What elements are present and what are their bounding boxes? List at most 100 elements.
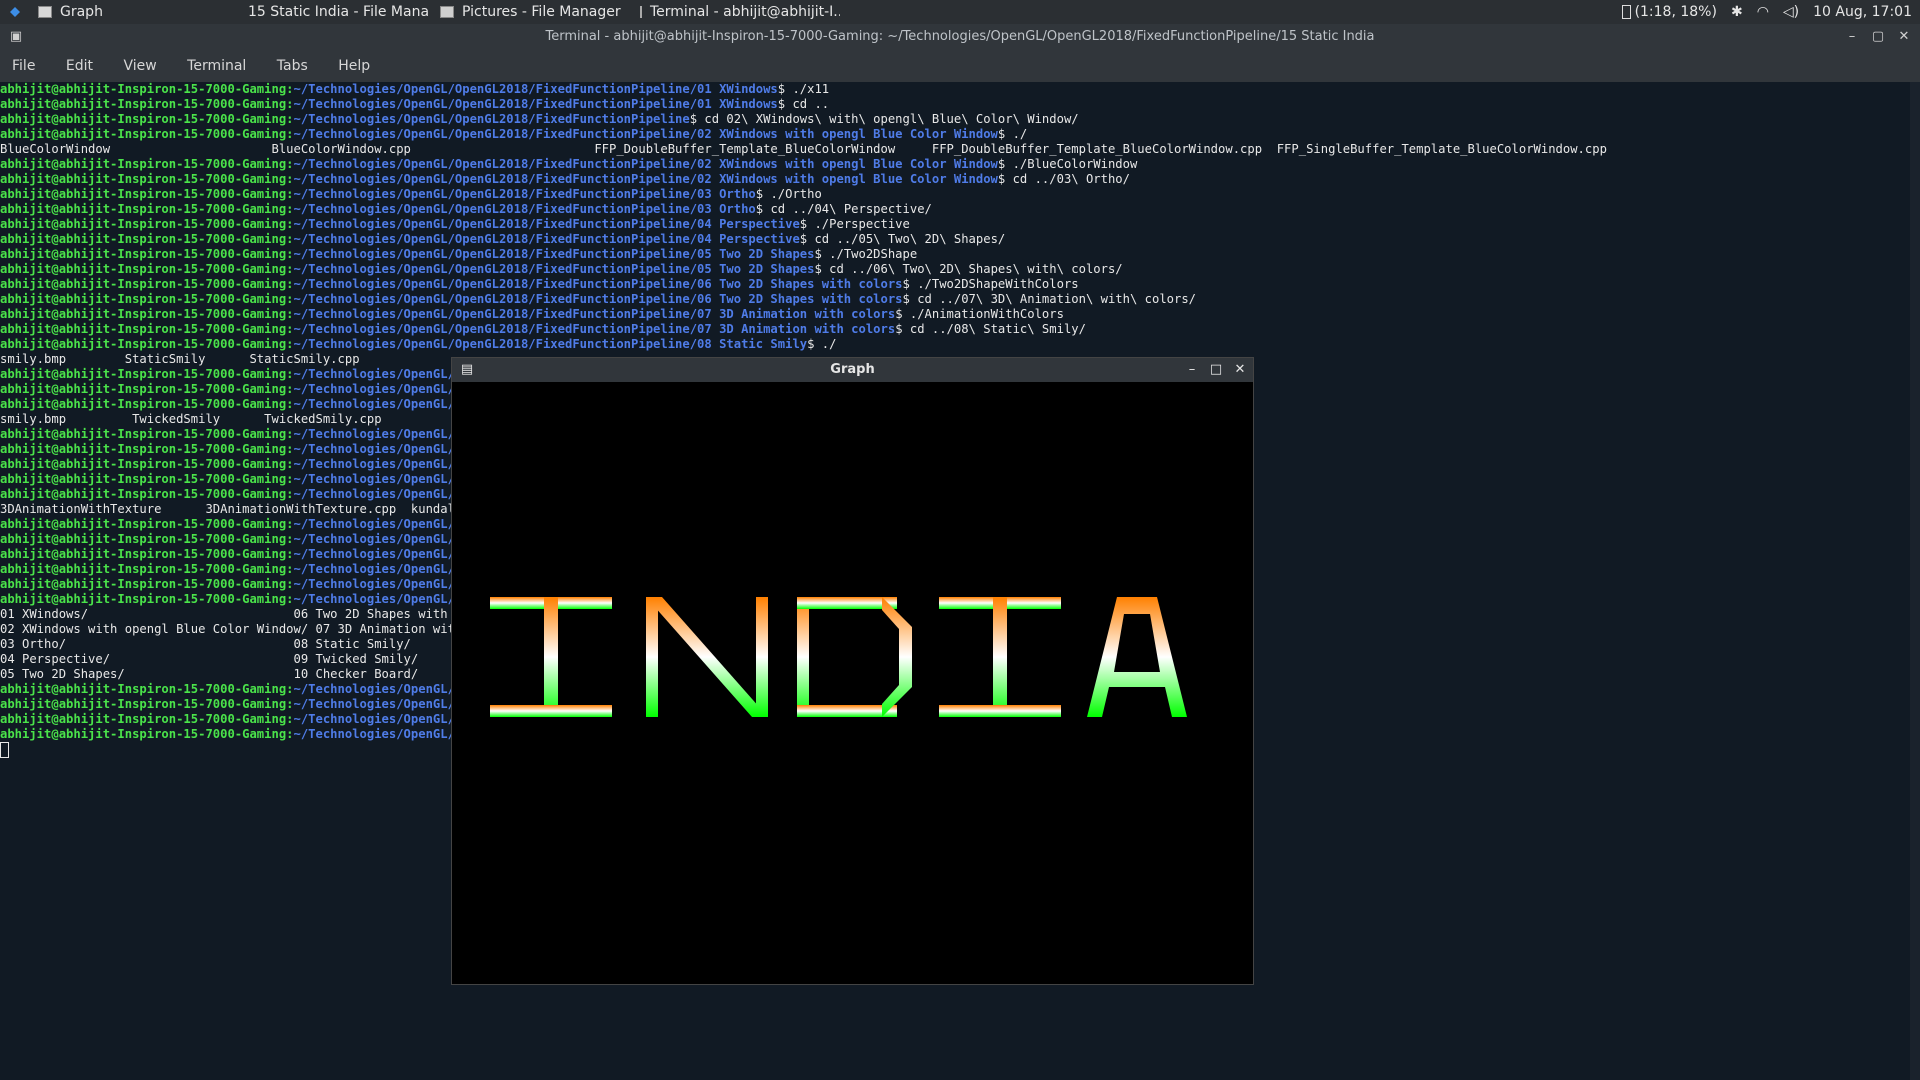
taskbar-item-label: Terminal - abhijit@abhijit-I... <box>650 4 840 20</box>
prompt-path: ~/Technologies/OpenGL/Op <box>293 712 470 726</box>
text-cursor <box>0 742 9 758</box>
command-text: $ ./ <box>997 127 1028 141</box>
command-text: $ ./Perspective <box>799 217 910 231</box>
wifi-icon[interactable]: ◠ <box>1757 0 1769 24</box>
prompt-user: abhijit@abhijit-Inspiron-15-7000-Gaming: <box>0 187 294 201</box>
command-text: $ ./Ortho <box>755 187 822 201</box>
prompt-path: ~/Technologies/OpenGL/OpenGL2018/FixedFu… <box>293 97 778 111</box>
menu-help[interactable]: Help <box>326 50 370 82</box>
terminal-line: abhijit@abhijit-Inspiron-15-7000-Gaming:… <box>0 247 1910 262</box>
command-text: $ ./ <box>807 337 837 351</box>
terminal-line: abhijit@abhijit-Inspiron-15-7000-Gaming:… <box>0 307 1910 322</box>
prompt-user: abhijit@abhijit-Inspiron-15-7000-Gaming: <box>0 202 294 216</box>
terminal-line: abhijit@abhijit-Inspiron-15-7000-Gaming:… <box>0 292 1910 307</box>
prompt-path: ~/Technologies/OpenGL/OpenGL2018/FixedFu… <box>293 322 896 336</box>
terminal-line: abhijit@abhijit-Inspiron-15-7000-Gaming:… <box>0 172 1910 187</box>
taskbar-item-file-manager[interactable]: 15 Static India - File Mana... <box>240 0 428 24</box>
prompt-user: abhijit@abhijit-Inspiron-15-7000-Gaming: <box>0 442 294 456</box>
prompt-path: ~/Technologies/OpenGL/OpenGL2018/FixedFu… <box>293 112 690 126</box>
prompt-user: abhijit@abhijit-Inspiron-15-7000-Gaming: <box>0 727 294 741</box>
prompt-user: abhijit@abhijit-Inspiron-15-7000-Gaming: <box>0 382 294 396</box>
maximize-button[interactable]: ▢ <box>1866 24 1890 50</box>
output-text: smily.bmp TwickedSmily TwickedSmily.cpp <box>0 412 382 426</box>
terminal-scrollbar[interactable] <box>1910 82 1920 1080</box>
prompt-path: ~/Technologies/OpenGL/Op <box>293 577 470 591</box>
volume-icon[interactable]: ◁) <box>1783 0 1799 24</box>
graph-title: Graph <box>830 362 875 377</box>
prompt-path: ~/Technologies/OpenGL/OpenGL2018/FixedFu… <box>293 262 815 276</box>
prompt-user: abhijit@abhijit-Inspiron-15-7000-Gaming: <box>0 322 294 336</box>
letter-i-2 <box>939 597 1061 717</box>
battery-icon <box>1621 5 1631 19</box>
prompt-user: abhijit@abhijit-Inspiron-15-7000-Gaming: <box>0 232 294 246</box>
prompt-user: abhijit@abhijit-Inspiron-15-7000-Gaming: <box>0 697 294 711</box>
close-button[interactable]: ✕ <box>1892 24 1916 50</box>
prompt-path: ~/Technologies/OpenGL/Op <box>293 457 470 471</box>
window-icon <box>38 6 52 18</box>
prompt-path: ~/Technologies/OpenGL/OpenGL2018/FixedFu… <box>293 232 800 246</box>
prompt-path: ~/Technologies/OpenGL/Op <box>293 397 470 411</box>
terminal-icon <box>640 6 642 18</box>
prompt-user: abhijit@abhijit-Inspiron-15-7000-Gaming: <box>0 457 294 471</box>
command-text: $ cd ../04\ Perspective/ <box>755 202 932 216</box>
prompt-user: abhijit@abhijit-Inspiron-15-7000-Gaming: <box>0 577 294 591</box>
bluetooth-icon[interactable]: ✱ <box>1731 0 1743 24</box>
prompt-path: ~/Technologies/OpenGL/Op <box>293 517 470 531</box>
prompt-user: abhijit@abhijit-Inspiron-15-7000-Gaming: <box>0 592 294 606</box>
terminal-line: abhijit@abhijit-Inspiron-15-7000-Gaming:… <box>0 202 1910 217</box>
letter-i-1 <box>490 597 612 717</box>
prompt-user: abhijit@abhijit-Inspiron-15-7000-Gaming: <box>0 97 294 111</box>
prompt-path: ~/Technologies/OpenGL/Op <box>293 472 470 486</box>
terminal-line: abhijit@abhijit-Inspiron-15-7000-Gaming:… <box>0 217 1910 232</box>
prompt-user: abhijit@abhijit-Inspiron-15-7000-Gaming: <box>0 262 294 276</box>
maximize-button[interactable]: □ <box>1205 358 1227 382</box>
terminal-line: abhijit@abhijit-Inspiron-15-7000-Gaming:… <box>0 97 1910 112</box>
graph-titlebar[interactable]: ▤ Graph – □ ✕ <box>452 358 1253 382</box>
prompt-user: abhijit@abhijit-Inspiron-15-7000-Gaming: <box>0 292 294 306</box>
prompt-user: abhijit@abhijit-Inspiron-15-7000-Gaming: <box>0 112 294 126</box>
terminal-line: abhijit@abhijit-Inspiron-15-7000-Gaming:… <box>0 322 1910 337</box>
battery-status[interactable]: (1:18, 18%) <box>1621 0 1717 24</box>
command-text: $ cd ../08\ Static\ Smily/ <box>895 322 1086 336</box>
prompt-path: ~/Technologies/OpenGL/Op <box>293 367 470 381</box>
menu-view[interactable]: View <box>111 50 156 82</box>
terminal-line: abhijit@abhijit-Inspiron-15-7000-Gaming:… <box>0 82 1910 97</box>
prompt-path: ~/Technologies/OpenGL/OpenGL2018/FixedFu… <box>293 202 756 216</box>
close-button[interactable]: ✕ <box>1229 358 1251 382</box>
menu-terminal[interactable]: Terminal <box>175 50 246 82</box>
menu-file[interactable]: File <box>0 50 35 82</box>
taskbar-item-pictures[interactable]: Pictures - File Manager <box>440 0 630 24</box>
prompt-user: abhijit@abhijit-Inspiron-15-7000-Gaming: <box>0 562 294 576</box>
prompt-path: ~/Technologies/OpenGL/Op <box>293 697 470 711</box>
prompt-user: abhijit@abhijit-Inspiron-15-7000-Gaming: <box>0 337 294 351</box>
prompt-user: abhijit@abhijit-Inspiron-15-7000-Gaming: <box>0 532 294 546</box>
prompt-user: abhijit@abhijit-Inspiron-15-7000-Gaming: <box>0 487 294 501</box>
command-text: $ ./AnimationWithColors <box>895 307 1064 321</box>
app-menu-icon[interactable] <box>8 0 28 24</box>
prompt-path: ~/Technologies/OpenGL/OpenGL2018/FixedFu… <box>293 277 903 291</box>
menu-edit[interactable]: Edit <box>54 50 93 82</box>
india-word <box>490 597 1187 717</box>
prompt-user: abhijit@abhijit-Inspiron-15-7000-Gaming: <box>0 82 294 96</box>
minimize-button[interactable]: – <box>1840 24 1864 50</box>
menu-tabs[interactable]: Tabs <box>265 50 308 82</box>
output-text: 3DAnimationWithTexture 3DAnimationWithTe… <box>0 502 477 516</box>
command-text: $ cd 02\ XWindows\ with\ opengl\ Blue\ C… <box>689 112 1079 126</box>
prompt-user: abhijit@abhijit-Inspiron-15-7000-Gaming: <box>0 307 294 321</box>
prompt-path: ~/Technologies/OpenGL/OpenGL2018/FixedFu… <box>293 157 998 171</box>
prompt-user: abhijit@abhijit-Inspiron-15-7000-Gaming: <box>0 397 294 411</box>
taskbar-item-label: 15 Static India - File Mana... <box>248 4 428 20</box>
prompt-user: abhijit@abhijit-Inspiron-15-7000-Gaming: <box>0 682 294 696</box>
terminal-line: abhijit@abhijit-Inspiron-15-7000-Gaming:… <box>0 127 1910 142</box>
prompt-user: abhijit@abhijit-Inspiron-15-7000-Gaming: <box>0 217 294 231</box>
taskbar-item-terminal[interactable]: Terminal - abhijit@abhijit-I... <box>640 0 840 24</box>
prompt-path: ~/Technologies/OpenGL/Op <box>293 592 470 606</box>
taskbar: Graph 15 Static India - File Mana... Pic… <box>0 0 1920 24</box>
command-text: $ ./BlueColorWindow <box>997 157 1138 171</box>
terminal-menubar: File Edit View Terminal Tabs Help <box>0 50 1920 82</box>
terminal-line: abhijit@abhijit-Inspiron-15-7000-Gaming:… <box>0 277 1910 292</box>
clock[interactable]: 10 Aug, 17:01 <box>1813 0 1912 24</box>
terminal-line: abhijit@abhijit-Inspiron-15-7000-Gaming:… <box>0 157 1910 172</box>
taskbar-item-graph[interactable]: Graph <box>38 0 228 24</box>
minimize-button[interactable]: – <box>1181 358 1203 382</box>
